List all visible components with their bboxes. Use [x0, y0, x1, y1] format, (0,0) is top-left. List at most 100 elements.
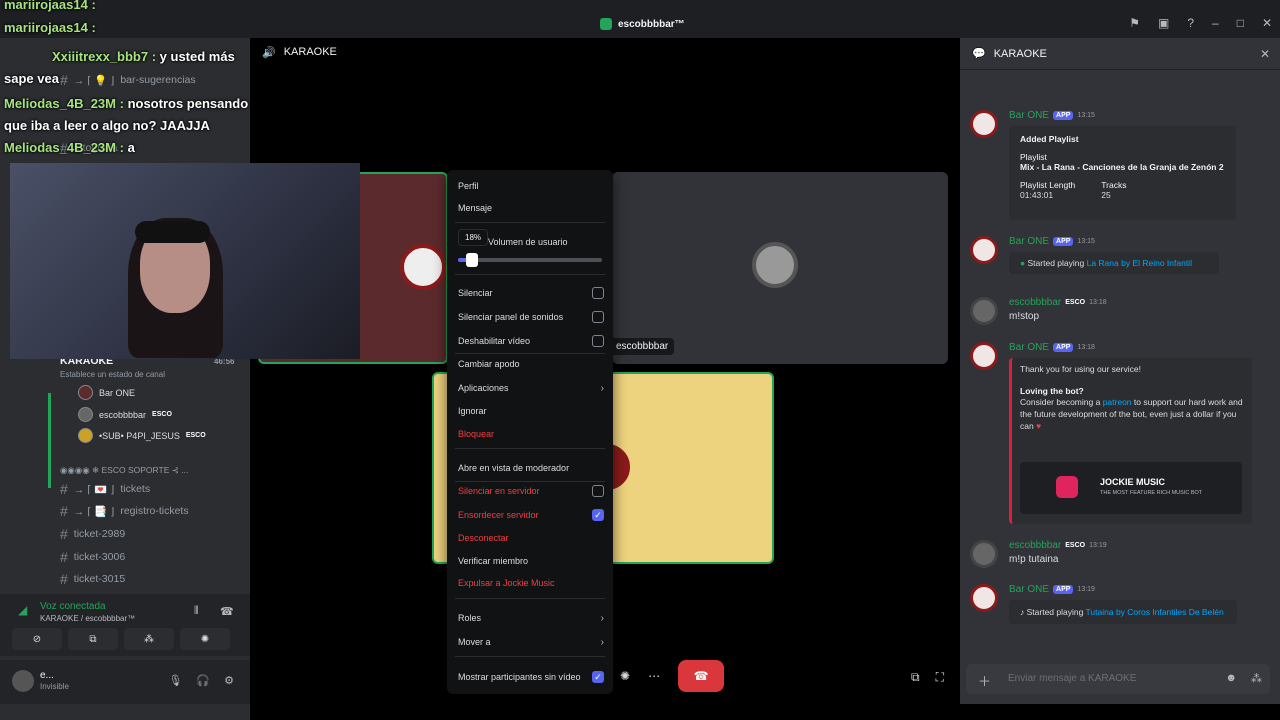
participant-tile[interactable]	[612, 172, 948, 364]
avatar[interactable]	[970, 584, 998, 612]
channel-registro-tickets[interactable]: # → ⌈ 📑 ⌋ registro-tickets	[60, 501, 189, 521]
avatar[interactable]	[970, 342, 998, 370]
message-author[interactable]: Bar ONE	[1009, 584, 1049, 595]
volume-tooltip: 18%	[458, 229, 489, 246]
patreon-link[interactable]: patreon	[1103, 397, 1132, 407]
menu-item-show-non-video[interactable]: Mostrar participantes sin vídeo ✓	[458, 667, 604, 687]
activities-button[interactable]: ⁂	[124, 628, 174, 650]
menu-item-moderator-view[interactable]: Abre en vista de moderador	[458, 458, 604, 478]
soundboard-button[interactable]: ✺	[180, 628, 230, 650]
menu-item-disable-video[interactable]: Deshabilitar vídeo	[458, 331, 604, 351]
category-esco-soporte[interactable]: ◉◉◉◉ ❄ ESCO SOPORTE ⊰ ...	[60, 460, 188, 480]
maximize-icon[interactable]: □	[1237, 16, 1244, 30]
checkbox[interactable]	[592, 485, 604, 497]
channel-ticket-2989[interactable]: # ticket-2989	[60, 524, 125, 544]
avatar	[752, 242, 798, 288]
menu-item-kick[interactable]: Expulsar a Jockie Music	[458, 573, 604, 593]
more-options-icon[interactable]: ⋯	[648, 669, 660, 683]
checkbox-checked[interactable]: ✓	[592, 509, 604, 521]
voice-user-name: escobbbbar	[99, 409, 147, 420]
menu-item-verify-member[interactable]: Verificar miembro	[458, 551, 604, 571]
hash-icon: #	[60, 549, 68, 565]
avatar	[78, 385, 93, 400]
user-volume-slider[interactable]	[458, 253, 602, 267]
disconnect-icon[interactable]: ☎	[220, 605, 234, 618]
chat-message: a	[127, 140, 135, 155]
menu-item-ignore[interactable]: Ignorar	[458, 401, 604, 421]
avatar[interactable]	[970, 540, 998, 568]
checkbox-checked[interactable]: ✓	[592, 671, 604, 683]
checkbox[interactable]	[592, 311, 604, 323]
avatar[interactable]	[970, 110, 998, 138]
message-author[interactable]: Bar ONE	[1009, 236, 1049, 247]
close-window-icon[interactable]: ✕	[1262, 16, 1272, 30]
menu-item-roles[interactable]: Roles ›	[458, 608, 604, 628]
user-name[interactable]: e...	[40, 670, 54, 681]
popout-icon[interactable]: ⧉	[911, 670, 920, 685]
avatar	[78, 428, 93, 443]
menu-item-move-to[interactable]: Mover a ›	[458, 632, 604, 652]
menu-item-profile[interactable]: Perfil	[458, 176, 604, 196]
menu-item-change-nickname[interactable]: Cambiar apodo	[458, 354, 604, 374]
menu-item-apps[interactable]: Aplicaciones ›	[458, 378, 604, 398]
message-author[interactable]: Bar ONE	[1009, 342, 1049, 353]
voice-channel-status[interactable]: Establece un estado de canal	[60, 364, 165, 384]
voice-user-p4pi-jesus[interactable]: •SUB• P4PI_JESUS ESCO	[78, 428, 206, 443]
channel-label: ticket-3006	[73, 551, 126, 563]
menu-divider	[455, 222, 605, 223]
menu-item-disconnect[interactable]: Desconectar	[458, 528, 604, 548]
started-text: Started playing	[1026, 607, 1084, 617]
checkbox[interactable]	[592, 287, 604, 299]
song-link[interactable]: La Rana by El Reino Infantil	[1087, 258, 1192, 268]
minimize-icon[interactable]: –	[1212, 16, 1219, 30]
inbox-icon[interactable]: ▣	[1158, 16, 1169, 30]
camera-toggle-button[interactable]: ⊘	[12, 628, 62, 650]
checkbox[interactable]	[592, 335, 604, 347]
channel-ticket-3015[interactable]: # ticket-3015	[60, 569, 125, 589]
chat-author: mariirojaas14 :	[4, 0, 96, 12]
close-icon[interactable]: ✕	[1260, 47, 1270, 61]
avatar[interactable]	[12, 670, 34, 692]
inbox-flag-icon[interactable]: ⚑	[1129, 16, 1140, 30]
voice-user-bar-one[interactable]: Bar ONE	[78, 385, 135, 400]
menu-item-server-mute[interactable]: Silenciar en servidor	[458, 481, 604, 501]
message-time: 13:18	[1089, 299, 1107, 306]
gear-icon[interactable]: ⚙	[224, 674, 234, 687]
chat-overlay-line: mariirojaas14 :	[4, 20, 96, 35]
menu-item-message[interactable]: Mensaje	[458, 198, 604, 218]
soundboard-icon[interactable]: ✺	[620, 669, 630, 683]
jockie-banner: JOCKIE MUSIC THE MOST FEATURE RICH MUSIC…	[1020, 462, 1242, 514]
channel-prefix: → ⌈ 💌 ⌋	[73, 483, 115, 496]
message-author[interactable]: escobbbbar	[1009, 540, 1061, 551]
menu-item-mute-soundboard[interactable]: Silenciar panel de sonidos	[458, 307, 604, 327]
message-composer[interactable]: ＋ Enviar mensaje a KARAOKE ☻ ⁂	[966, 664, 1270, 694]
menu-item-server-deafen[interactable]: Ensordecer servidor ✓	[458, 505, 604, 525]
headphones-icon[interactable]: 🎧	[196, 674, 210, 687]
avatar[interactable]	[970, 236, 998, 264]
channel-ticket-3006[interactable]: # ticket-3006	[60, 547, 125, 567]
noise-suppression-icon[interactable]: ⫴	[194, 605, 199, 618]
hang-up-button[interactable]: ☎	[678, 660, 725, 692]
composer-placeholder[interactable]: Enviar mensaje a KARAOKE	[1008, 673, 1136, 684]
slider-handle[interactable]	[466, 253, 479, 267]
message-author[interactable]: escobbbbar	[1009, 297, 1061, 308]
avatar[interactable]	[970, 297, 998, 325]
plus-icon[interactable]: ＋	[978, 671, 991, 690]
menu-item-mute[interactable]: Silenciar	[458, 283, 604, 303]
heart-icon: ♥	[1036, 421, 1042, 431]
voice-location[interactable]: KARAOKE / escobbbbar™	[40, 614, 135, 623]
fullscreen-icon[interactable]: ⛶	[936, 670, 944, 685]
screen-share-button[interactable]: ⧉	[68, 628, 118, 650]
menu-label: Abre en vista de moderador	[458, 463, 570, 473]
song-link[interactable]: Tutaina by Coros Infantiles De Belén	[1086, 607, 1224, 617]
chevron-right-icon: ›	[600, 382, 604, 394]
message-author[interactable]: Bar ONE	[1009, 110, 1049, 121]
menu-item-block[interactable]: Bloquear	[458, 424, 604, 444]
emoji-icon[interactable]: ☻	[1225, 672, 1237, 685]
apps-icon[interactable]: ⁂	[1251, 672, 1262, 685]
help-icon[interactable]: ?	[1187, 16, 1194, 30]
channel-tickets[interactable]: # → ⌈ 💌 ⌋ tickets	[60, 479, 150, 499]
message-time: 13:18	[1077, 344, 1095, 351]
voice-user-escobbbbar[interactable]: escobbbbar ESCO	[78, 407, 172, 422]
microphone-icon[interactable]: 🎙	[168, 674, 182, 687]
